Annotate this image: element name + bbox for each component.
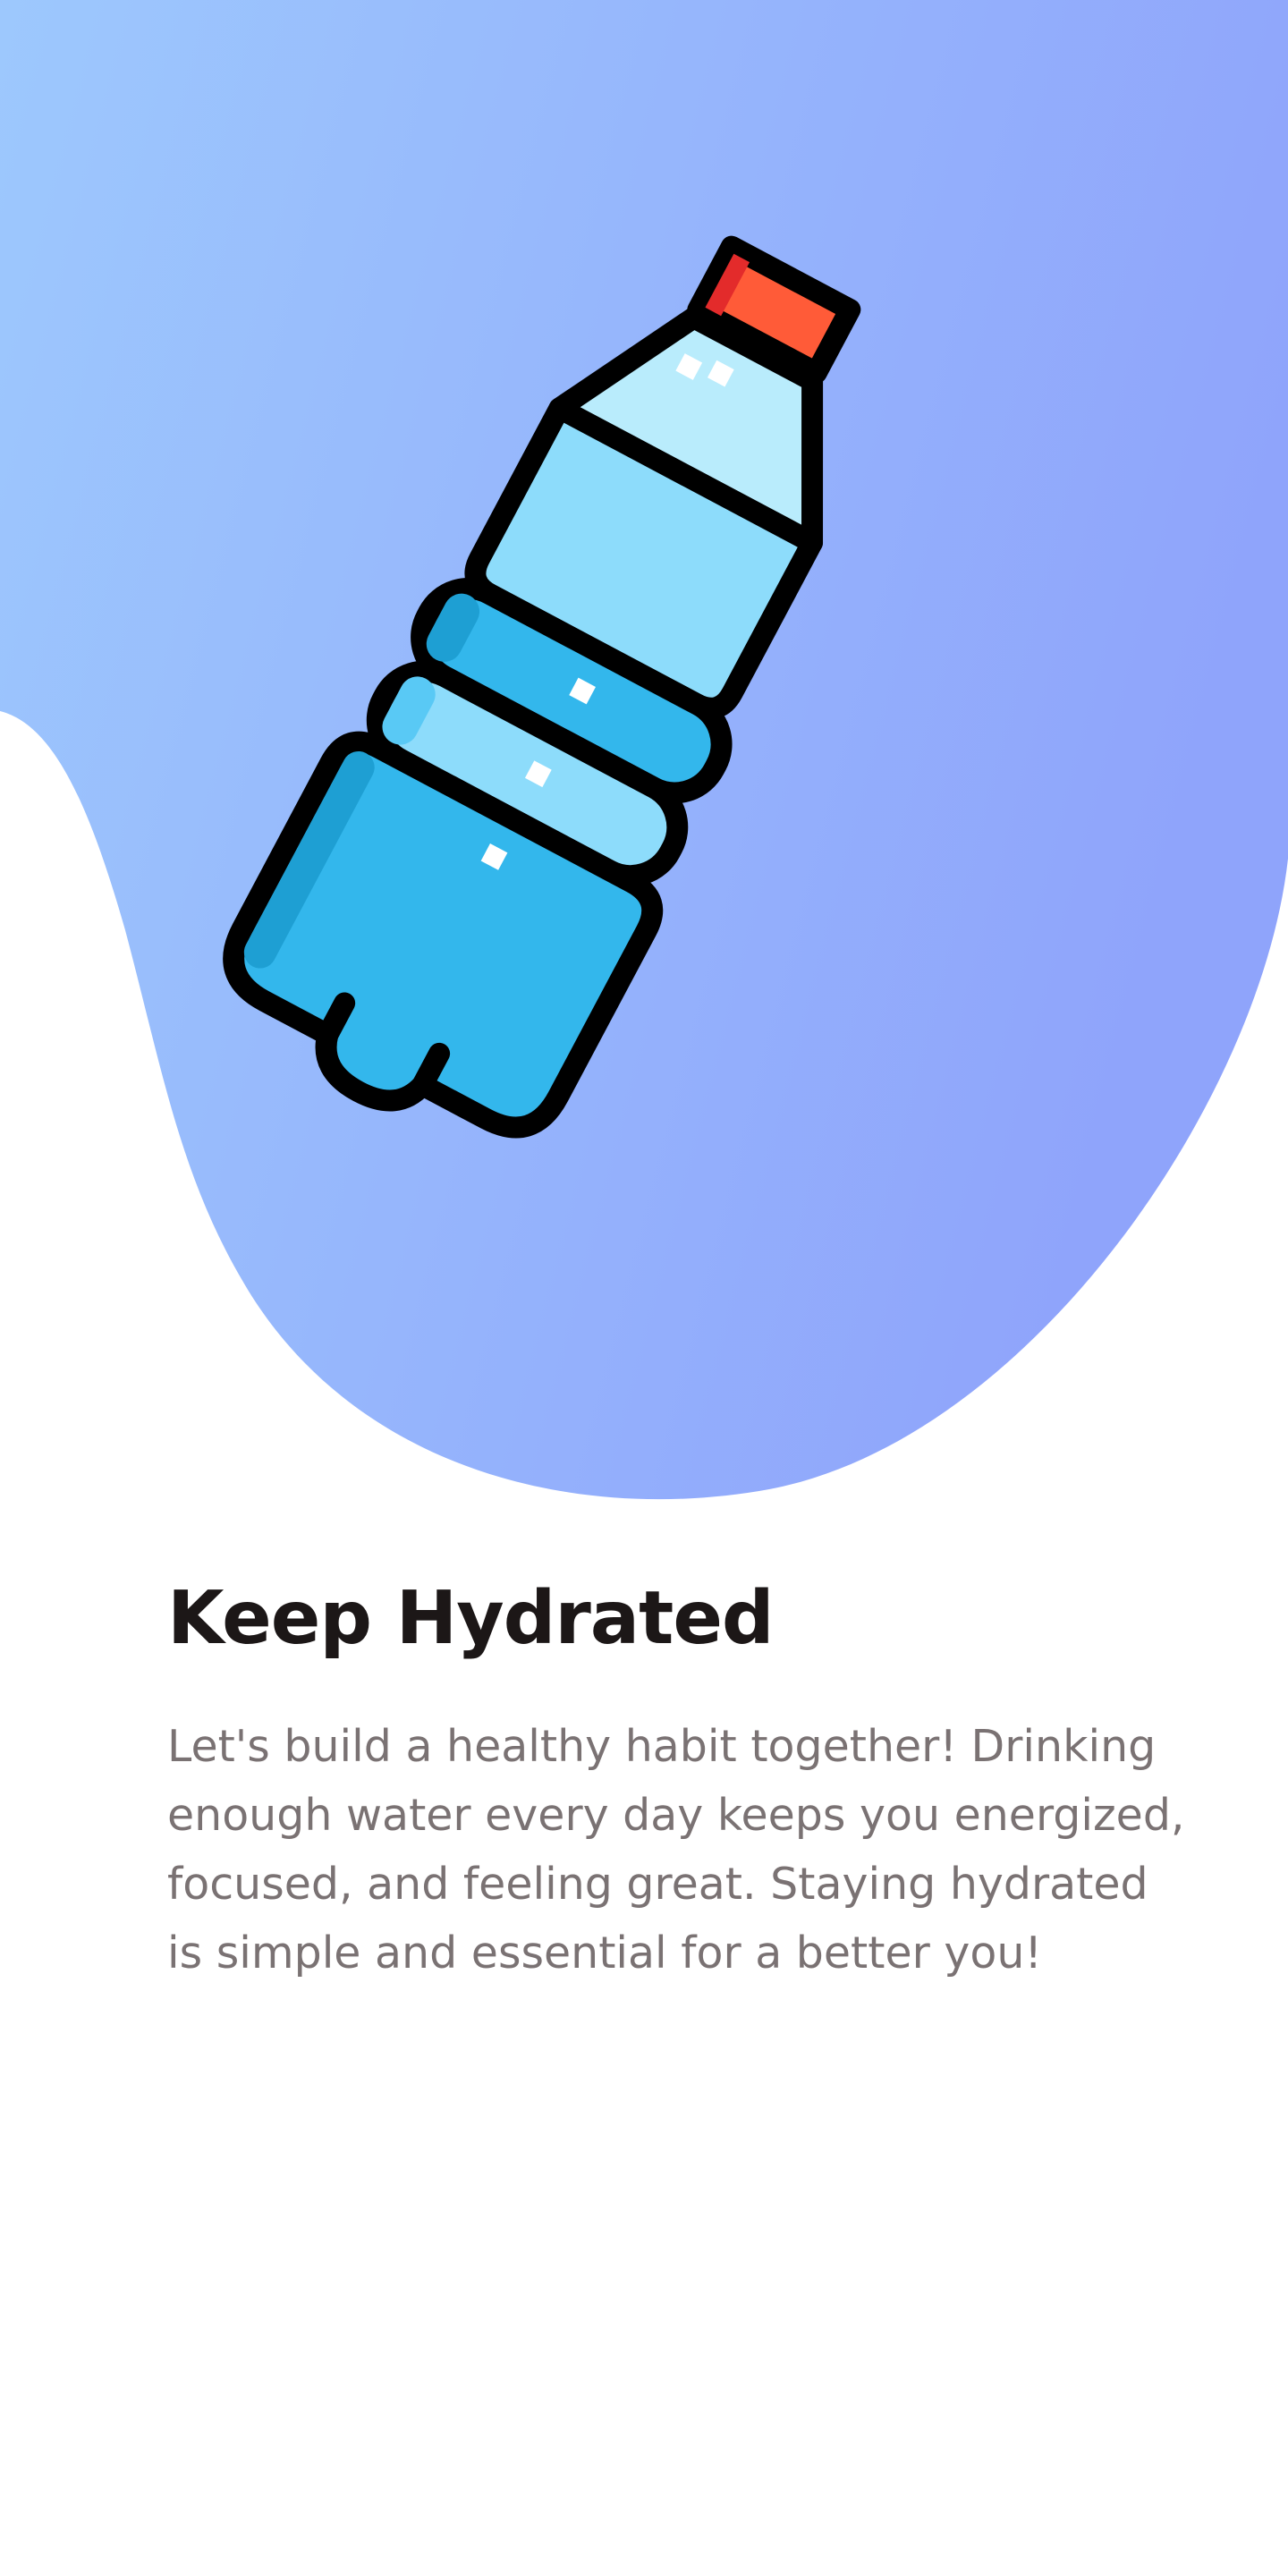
onboarding-content: Keep Hydrated Let's build a healthy habi… bbox=[167, 1574, 1187, 1987]
page-title: Keep Hydrated bbox=[167, 1576, 775, 1661]
hero-svg bbox=[0, 0, 1288, 1500]
description-text: Let's build a healthy habit together! Dr… bbox=[167, 1721, 1185, 1979]
hero-illustration bbox=[0, 0, 1288, 1521]
